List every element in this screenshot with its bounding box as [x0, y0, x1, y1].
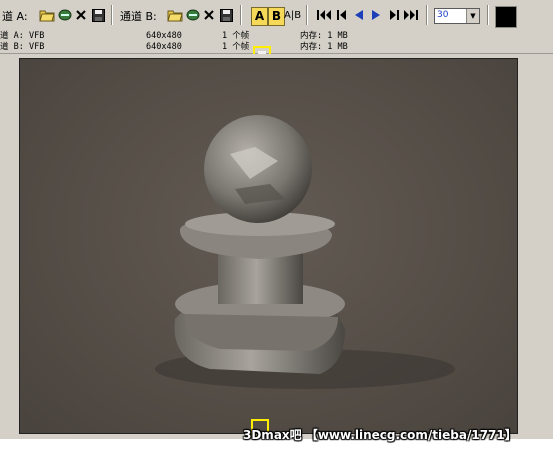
rendered-chess-pawn	[155, 115, 455, 389]
prev-frame-icon[interactable]	[333, 6, 351, 24]
channel-a-button[interactable]: A	[251, 7, 268, 26]
color-swatch[interactable]	[495, 6, 517, 28]
last-frame-icon[interactable]	[402, 6, 420, 24]
open-folder-b-icon[interactable]	[166, 6, 184, 24]
info-channel: 道 B: VFB	[0, 42, 45, 52]
split-ab-button[interactable]: A|B	[284, 7, 301, 24]
frame-select-value: 30	[437, 10, 449, 20]
play-back-icon[interactable]	[350, 6, 368, 24]
first-frame-icon[interactable]	[315, 6, 333, 24]
render-image	[19, 58, 518, 434]
frame-select[interactable]: 30 ▼	[434, 8, 480, 24]
chevron-down-icon[interactable]: ▼	[466, 9, 479, 23]
channel-a-label: 道 A:	[2, 10, 28, 23]
render-viewport	[0, 54, 553, 439]
info-memory: 内存: 1 MB	[300, 42, 348, 52]
save-icon[interactable]	[89, 6, 107, 24]
open-folder-icon[interactable]	[38, 6, 56, 24]
info-frames: 1 个帧	[222, 42, 250, 52]
save-b-icon[interactable]	[217, 6, 235, 24]
info-resolution: 640x480	[146, 42, 182, 52]
clear-icon[interactable]	[72, 6, 90, 24]
toolbar: 道 A: 通道 B: A B A|B 30 ▼	[0, 0, 553, 31]
channel-b-button[interactable]: B	[268, 7, 285, 26]
next-frame-icon[interactable]	[385, 6, 403, 24]
channel-b-label: 通道 B:	[120, 10, 157, 23]
clear-b-icon[interactable]	[200, 6, 218, 24]
info-row-b: 道 B: VFB 640x480 1 个帧 内存: 1 MB	[0, 41, 553, 54]
play-forward-icon[interactable]	[367, 6, 385, 24]
watermark-text: 3Dmax吧 【www.linecg.com/tieba/1771】	[243, 428, 517, 442]
